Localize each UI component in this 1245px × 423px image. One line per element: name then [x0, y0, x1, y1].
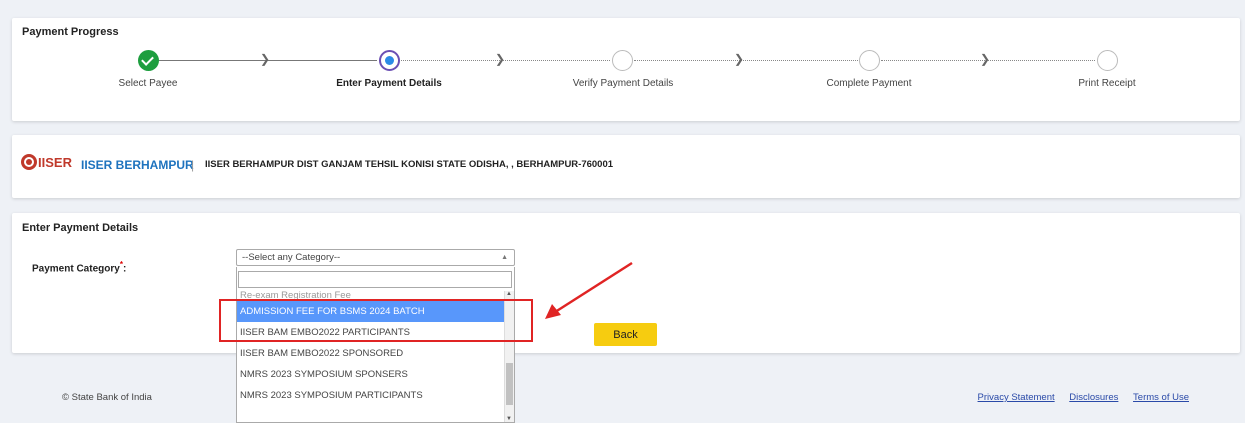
payee-name: IISER BERHAMPUR	[81, 158, 194, 172]
step-verify-pending-icon	[612, 50, 633, 71]
scroll-up-icon[interactable]: ▲	[506, 291, 512, 297]
step-label-enter-details: Enter Payment Details	[336, 78, 442, 89]
dropdown-search-input[interactable]	[238, 271, 512, 288]
dropdown-option[interactable]: NMRS 2023 SYMPOSIUM SPONSERS	[237, 364, 505, 385]
payment-category-label: Payment Category*:	[32, 260, 126, 274]
step-print-pending-icon	[1097, 50, 1118, 71]
footer-copyright: © State Bank of India	[62, 392, 152, 403]
chevron-right-icon: ❯	[734, 52, 745, 66]
connector-3	[634, 60, 858, 61]
payment-category-label-text: Payment Category	[32, 263, 120, 275]
connector-2	[401, 60, 610, 61]
payee-separator: |	[191, 158, 195, 172]
dropdown-option[interactable]: IISER BAM EMBO2022 SPONSORED	[237, 343, 505, 364]
chevron-up-icon: ▲	[501, 254, 508, 261]
step-label-print: Print Receipt	[1078, 78, 1136, 89]
details-title: Enter Payment Details	[22, 222, 139, 234]
step-label-select-payee: Select Payee	[118, 78, 178, 89]
step-select-payee-check-icon	[138, 50, 159, 71]
payee-address: IISER BERHAMPUR DIST GANJAM TEHSIL KONIS…	[205, 159, 614, 170]
scrollbar-thumb[interactable]	[506, 363, 513, 405]
back-button[interactable]: Back	[594, 323, 657, 346]
payee-info-card: IISER IISER BERHAMPUR | IISER BERHAMPUR …	[12, 135, 1240, 198]
chevron-right-icon: ❯	[260, 52, 271, 66]
disclosures-link[interactable]: Disclosures	[1069, 392, 1118, 403]
svg-text:IISER: IISER	[38, 155, 72, 170]
dropdown-option[interactable]: NMRS 2023 SYMPOSIUM PARTICIPANTS	[237, 385, 505, 406]
chevron-right-icon: ❯	[980, 52, 991, 66]
step-complete-pending-icon	[859, 50, 880, 71]
step-label-complete: Complete Payment	[826, 78, 912, 89]
annotation-highlight-box	[219, 299, 533, 342]
step-label-verify: Verify Payment Details	[572, 78, 674, 89]
label-colon: :	[122, 263, 127, 275]
category-dropdown-list: Re-exam Registration Fee ADMISSION FEE F…	[236, 267, 515, 423]
scroll-down-icon[interactable]: ▼	[506, 416, 512, 422]
annotation-arrow-icon	[545, 261, 633, 319]
iiser-logo-icon: IISER	[21, 154, 72, 170]
progress-title: Payment Progress	[22, 26, 119, 38]
privacy-statement-link[interactable]: Privacy Statement	[978, 392, 1055, 403]
payment-category-select[interactable]: --Select any Category-- ▲	[236, 249, 515, 266]
terms-of-use-link[interactable]: Terms of Use	[1133, 392, 1189, 403]
footer-links: Privacy Statement Disclosures Terms of U…	[966, 392, 1189, 403]
chevron-right-icon: ❯	[495, 52, 506, 66]
select-placeholder: --Select any Category--	[242, 252, 341, 263]
step-enter-details-current-icon	[379, 50, 400, 71]
payment-progress-card: Payment Progress ❯ ❯ ❯ ❯ Select Payee En…	[12, 18, 1240, 121]
